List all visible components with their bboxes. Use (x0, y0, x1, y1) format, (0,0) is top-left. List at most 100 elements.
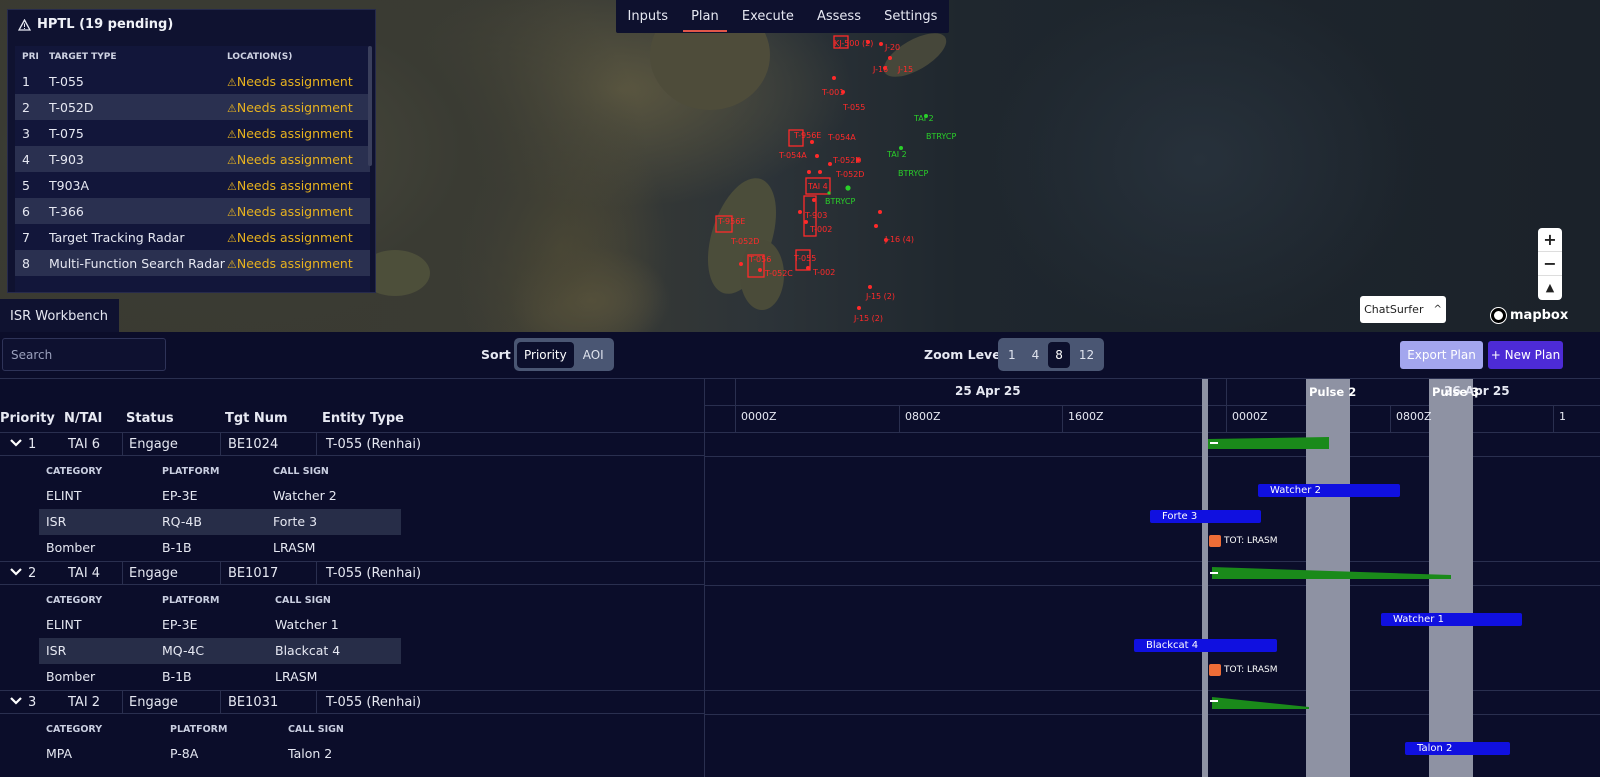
engage-bar-group-2 (1212, 567, 1451, 579)
asset-row[interactable]: MPA P-8A Talon 2 (39, 741, 401, 767)
hptl-location-text: Needs assignment (236, 203, 353, 219)
zoom-option-4[interactable]: 4 (1025, 342, 1047, 368)
map-label: T-002 (812, 268, 835, 277)
chatsurfer-button[interactable]: ChatSurfer ^ (1360, 296, 1446, 323)
col-ntai[interactable]: N/TAI (64, 411, 102, 426)
hptl-location: ⚠Needs assignment (227, 74, 367, 89)
group-tgt-num: BE1017 (228, 566, 279, 581)
map-label: T-052D (730, 237, 759, 246)
chevron-down-icon[interactable] (9, 565, 23, 579)
new-plan-button[interactable]: + New Plan (1488, 341, 1563, 369)
hptl-location-text: Needs assignment (236, 73, 353, 89)
timeline[interactable]: 25 Apr 25 26 Apr 25 Pulse 2 Pulse 3 0000… (704, 378, 1600, 777)
hptl-location: ⚠Needs assignment (227, 126, 367, 141)
isr-workbench: Sort Priority AOI Zoom Level 1 4 8 12 Ex… (0, 332, 1600, 777)
asset-row[interactable]: ELINT EP-3E Watcher 2 (39, 483, 401, 509)
asset-row[interactable]: ISR RQ-4B Forte 3 (39, 509, 401, 535)
asset-bar-talon-2[interactable]: Talon 2 (1405, 742, 1510, 755)
zoom-level-label: Zoom Level (924, 347, 1005, 362)
map-dot (804, 220, 808, 224)
tot-marker-lrasm[interactable]: TOT: LRASM (1209, 535, 1278, 547)
col-priority[interactable]: Priority (0, 411, 55, 426)
group-entity-type: T-055 (Renhai) (326, 695, 422, 710)
zoom-option-12[interactable]: 12 (1072, 342, 1101, 368)
sub-col-platform: PLATFORM (170, 724, 228, 735)
chevron-down-icon[interactable] (9, 694, 23, 708)
asset-callsign: Talon 2 (288, 746, 333, 761)
asset-category: Bomber (46, 540, 96, 555)
tab-plan[interactable]: Plan (683, 0, 727, 33)
group-priority: 2 (28, 566, 37, 581)
asset-bar-watcher-2[interactable]: Watcher 2 (1258, 484, 1400, 497)
col-status[interactable]: Status (126, 411, 174, 426)
map-label: BTRYCP (898, 169, 928, 178)
map-label: T-002 (809, 225, 832, 234)
sort-option-aoi[interactable]: AOI (576, 342, 611, 368)
chevron-down-icon[interactable] (9, 436, 23, 450)
map-view[interactable]: KJ-500 (2) J-20 J-16 J-15 T-001 T-055 T-… (0, 0, 1600, 332)
zoom-option-1[interactable]: 1 (1001, 342, 1023, 368)
plan-group-row[interactable]: 3 TAI 2 Engage BE1031 T-055 (Renhai) (0, 690, 704, 714)
hptl-row[interactable]: 4 T-903 ⚠Needs assignment (15, 146, 370, 172)
zoom-option-8[interactable]: 8 (1048, 341, 1070, 368)
tab-execute[interactable]: Execute (734, 0, 802, 33)
map-dot (812, 198, 816, 202)
map-dot (827, 191, 831, 195)
sub-col-callsign: CALL SIGN (275, 595, 331, 606)
hptl-col-loc: LOCATION(S) (227, 52, 293, 62)
hptl-row[interactable]: 7 Target Tracking Radar ⚠Needs assignment (15, 224, 370, 250)
map-label: T-056 (748, 255, 771, 264)
map-label: T-055 (793, 254, 816, 263)
sub-col-callsign: CALL SIGN (273, 466, 329, 477)
asset-bar-forte-3[interactable]: Forte 3 (1150, 510, 1261, 523)
col-entity-type[interactable]: Entity Type (322, 411, 404, 426)
asset-platform: MQ-4C (162, 643, 205, 658)
engage-bar-group-3 (1212, 697, 1309, 709)
hptl-table: PRI TARGET TYPE LOCATION(S) 1 T-055 ⚠Needs… (15, 46, 370, 292)
asset-callsign: Watcher 2 (273, 488, 337, 503)
isr-workbench-tab[interactable]: ISR Workbench (0, 299, 119, 332)
hptl-row[interactable]: 8 Multi-Function Search Radar ⚠Needs assig… (15, 250, 370, 276)
plan-group-row[interactable]: 2 TAI 4 Engage BE1017 T-055 (Renhai) (0, 561, 704, 585)
search-input[interactable] (2, 338, 166, 371)
asset-row[interactable]: ISR MQ-4C Blackcat 4 (39, 638, 401, 664)
asset-row[interactable]: Bomber B-1B LRASM (39, 664, 401, 690)
hptl-scrollbar[interactable] (368, 46, 372, 166)
asset-row[interactable]: ELINT EP-3E Watcher 1 (39, 612, 401, 638)
tab-settings[interactable]: Settings (876, 0, 945, 33)
warning-icon (18, 18, 31, 31)
asset-category: ISR (46, 643, 67, 658)
engage-marker (1210, 700, 1218, 702)
tot-icon (1209, 664, 1221, 676)
hptl-row[interactable]: 1 T-055 ⚠Needs assignment (15, 68, 370, 94)
tab-assess[interactable]: Assess (809, 0, 869, 33)
map-dot (807, 170, 811, 174)
asset-platform: EP-3E (162, 617, 198, 632)
zoom-out-button[interactable]: − (1538, 252, 1562, 276)
sort-option-priority[interactable]: Priority (517, 341, 574, 368)
col-tgt-num[interactable]: Tgt Num (225, 411, 288, 426)
hptl-row[interactable]: 5 T903A ⚠Needs assignment (15, 172, 370, 198)
plan-group-row[interactable]: 1 TAI 6 Engage BE1024 T-055 (Renhai) (0, 432, 704, 456)
asset-row[interactable]: Bomber B-1B LRASM (39, 535, 401, 561)
group-priority: 3 (28, 695, 37, 710)
map-label: TAI 2 (886, 150, 907, 159)
map-label: BTRYCP (926, 132, 956, 141)
asset-bar-blackcat-4[interactable]: Blackcat 4 (1134, 639, 1277, 652)
export-plan-button[interactable]: Export Plan (1400, 341, 1483, 369)
tab-inputs[interactable]: Inputs (620, 0, 676, 33)
compass-button[interactable]: ▲ (1538, 276, 1562, 300)
asset-bar-watcher-1[interactable]: Watcher 1 (1381, 613, 1522, 626)
map-label: KJ-500 (2) (834, 39, 873, 48)
asset-category: MPA (46, 746, 73, 761)
hptl-row[interactable]: 3 T-075 ⚠Needs assignment (15, 120, 370, 146)
tot-marker-lrasm[interactable]: TOT: LRASM (1209, 664, 1278, 676)
hptl-row[interactable]: 6 T-366 ⚠Needs assignment (15, 198, 370, 224)
hptl-row[interactable]: 2 T-052D ⚠Needs assignment (15, 94, 370, 120)
hptl-target-type: T-366 (49, 203, 84, 219)
warning-icon: ⚠ (227, 127, 237, 141)
zoom-in-button[interactable]: + (1538, 228, 1562, 252)
hptl-header[interactable]: HPTL (19 pending) (8, 10, 375, 39)
hptl-location: ⚠Needs assignment (227, 256, 367, 271)
mapbox-logo-icon (1490, 307, 1507, 324)
